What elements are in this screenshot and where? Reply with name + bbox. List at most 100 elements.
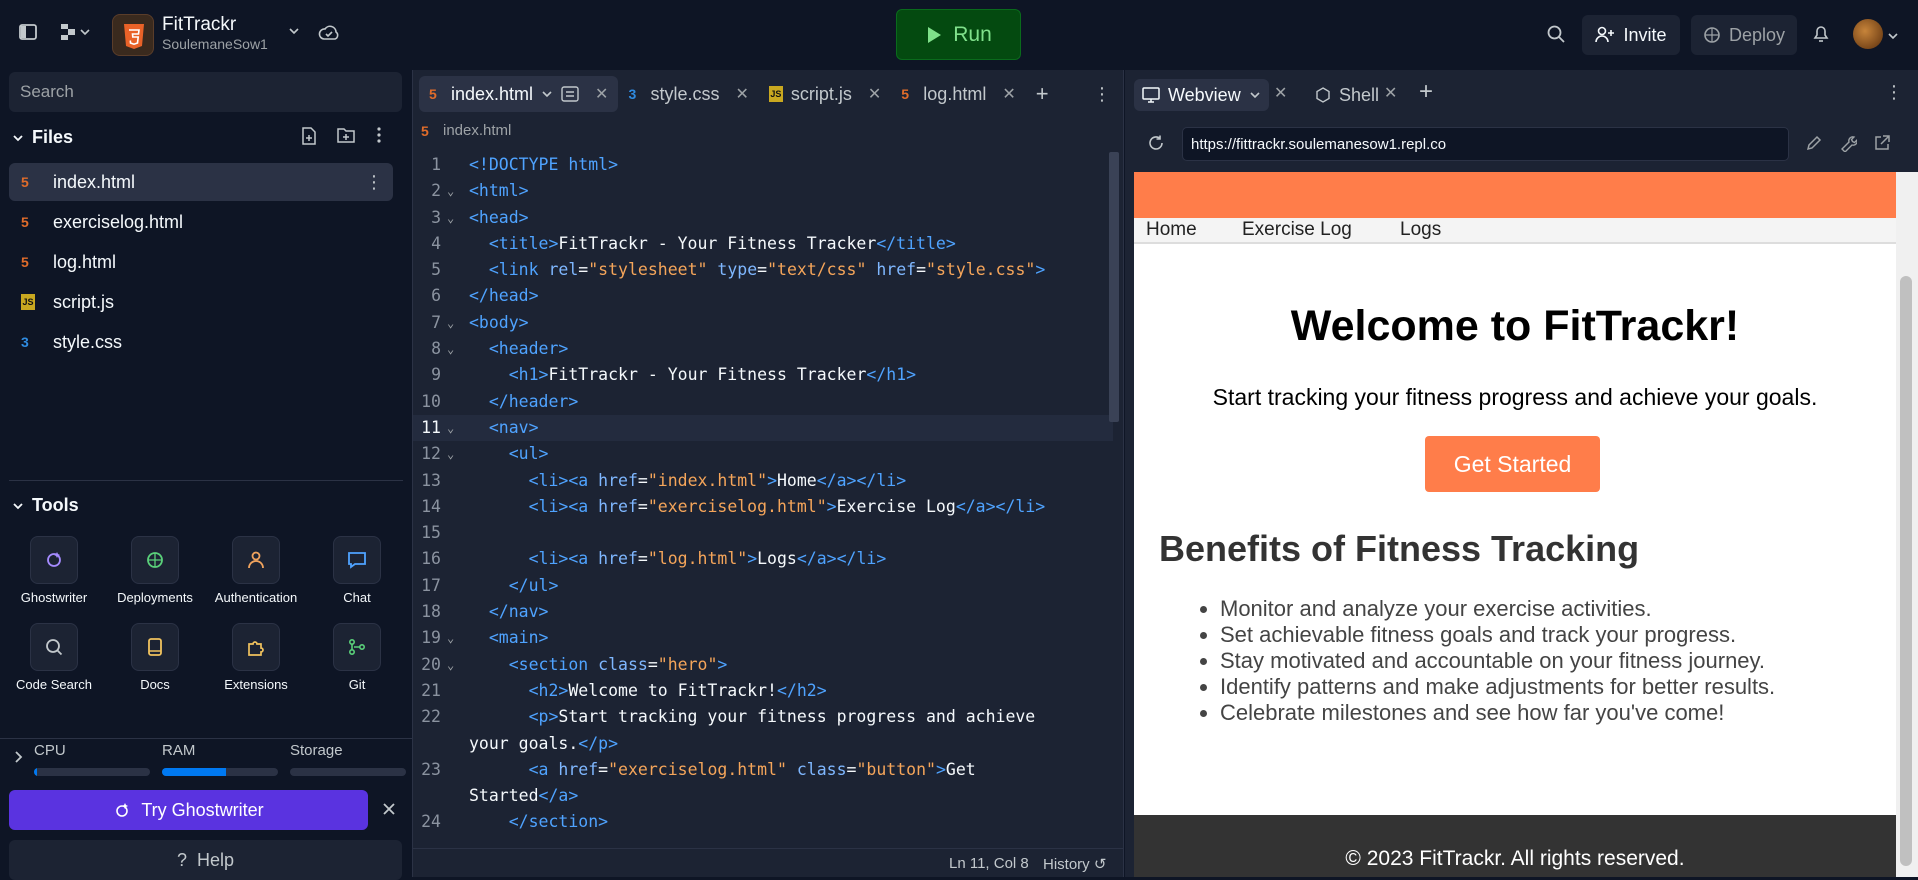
chevron-right-icon[interactable] <box>12 750 24 767</box>
tool-ghostwriter[interactable]: Ghostwriter <box>8 536 100 605</box>
tab-label: script.js <box>790 83 852 104</box>
try-ghostwriter-button[interactable]: Try Ghostwriter <box>9 790 368 830</box>
tool-authentication[interactable]: Authentication <box>210 536 302 605</box>
breadcrumb: 5 index.html <box>421 122 511 139</box>
tab-log-html[interactable]: 5 log.html ✕ <box>891 76 1025 112</box>
nav-link-logs[interactable]: Logs <box>1400 219 1441 241</box>
chevron-down-icon[interactable] <box>1249 89 1261 101</box>
new-folder-icon[interactable] <box>336 126 356 150</box>
tab-shell[interactable]: Shell <box>1307 79 1387 111</box>
new-file-icon[interactable] <box>300 126 318 152</box>
benefits-title: Benefits of Fitness Tracking <box>1159 528 1640 569</box>
tab-style-css[interactable]: 3 style.css ✕ <box>618 76 758 112</box>
css-file-icon: 3 <box>628 86 637 102</box>
chevron-down-icon[interactable] <box>1886 26 1900 49</box>
cpu-bar <box>34 768 150 776</box>
get-started-button[interactable]: Get Started <box>1425 436 1600 492</box>
site-header <box>1134 172 1896 218</box>
list-item: Stay motivated and accountable on your f… <box>1220 648 1775 674</box>
tools-heading: Tools <box>32 495 79 515</box>
search-placeholder: Search <box>20 82 74 101</box>
repl-menu-icon[interactable] <box>60 22 90 48</box>
help-button[interactable]: ? Help <box>9 840 402 880</box>
tool-label: Chat <box>343 590 371 605</box>
tool-code-search[interactable]: Code Search <box>8 623 100 692</box>
close-icon[interactable]: ✕ <box>1002 84 1015 104</box>
editor-scrollbar[interactable] <box>1109 152 1119 422</box>
files-section-header[interactable]: Files <box>12 127 73 148</box>
code-area[interactable]: 1 <!DOCTYPE html> 2 ⌄ <html> 3 ⌄ <head> 4 <ti… <box>413 152 1113 832</box>
file-item-exerciselog-html[interactable]: 5 exerciselog.html <box>9 203 393 241</box>
tab-label: Webview <box>1168 84 1241 105</box>
file-item-style-css[interactable]: 3 style.css <box>9 323 393 361</box>
breadcrumb-file[interactable]: index.html <box>443 122 511 139</box>
nav-link-home[interactable]: Home <box>1146 219 1197 241</box>
close-icon[interactable]: ✕ <box>1274 83 1287 103</box>
hero-title: Welcome to FitTrackr! <box>1290 302 1740 350</box>
webview-scrollbar[interactable] <box>1896 172 1918 877</box>
search-icon[interactable] <box>1546 24 1566 50</box>
add-tab-icon[interactable]: + <box>1036 81 1049 107</box>
list-item: Monitor and analyze your exercise activi… <box>1220 596 1775 622</box>
close-icon[interactable]: ✕ <box>868 84 881 104</box>
tab-index-html[interactable]: 5 index.html ✕ <box>419 76 619 112</box>
preview-icon[interactable] <box>561 86 579 102</box>
add-user-icon <box>1595 26 1615 43</box>
cloud-sync-icon[interactable] <box>318 24 340 48</box>
add-tab-icon[interactable]: + <box>1419 78 1433 106</box>
monitor-icon <box>1142 87 1160 103</box>
app-name[interactable]: FitTrackr <box>162 14 236 36</box>
close-icon[interactable]: ✕ <box>1384 83 1397 103</box>
avatar[interactable] <box>1853 19 1883 49</box>
tool-extensions[interactable]: Extensions <box>210 623 302 692</box>
external-link-icon[interactable] <box>1873 134 1891 158</box>
url-input[interactable]: https://fittrackr.soulemanesow1.repl.co <box>1182 127 1789 161</box>
js-file-icon: JS <box>21 294 35 310</box>
scrollbar-thumb[interactable] <box>1900 276 1912 866</box>
history-button[interactable]: History ↺ <box>1043 855 1106 873</box>
chevron-down-icon <box>13 502 23 509</box>
tool-git[interactable]: Git <box>311 623 403 692</box>
tab-webview[interactable]: Webview <box>1134 79 1269 111</box>
sidebar-toggle-icon[interactable] <box>18 22 38 48</box>
nav-link-exercise-log[interactable]: Exercise Log <box>1242 219 1352 241</box>
more-options-icon[interactable]: ⋮ <box>1093 84 1111 105</box>
tool-label: Git <box>348 677 366 692</box>
storage-label: Storage <box>290 742 343 759</box>
html-file-icon: 5 <box>21 214 29 230</box>
tool-label: Deployments <box>117 590 193 605</box>
file-item-script-js[interactable]: JS script.js <box>9 283 393 321</box>
more-options-icon[interactable]: ⋮ <box>1885 82 1903 103</box>
more-options-icon[interactable] <box>376 126 382 150</box>
chat-icon <box>333 536 381 584</box>
pencil-icon[interactable] <box>1805 134 1823 158</box>
file-item-index-html[interactable]: 5 index.html ⋮ <box>9 163 393 201</box>
tool-docs[interactable]: Docs <box>109 623 201 692</box>
files-heading: Files <box>32 127 74 147</box>
bell-icon[interactable] <box>1812 24 1830 50</box>
html-file-icon: 5 <box>421 122 429 139</box>
editor-status-bar: Ln 11, Col 8 History ↺ <box>413 848 1123 877</box>
tools-section-header[interactable]: Tools <box>12 495 79 516</box>
close-icon[interactable] <box>381 800 397 823</box>
wrench-icon[interactable] <box>1839 134 1858 158</box>
invite-button[interactable]: Invite <box>1582 15 1680 55</box>
close-icon[interactable]: ✕ <box>735 84 748 104</box>
chevron-down-icon[interactable] <box>541 88 553 100</box>
html-logo-icon <box>112 14 154 56</box>
file-name: log.html <box>53 251 117 272</box>
deployments-icon <box>131 536 179 584</box>
deploy-button[interactable]: Deploy <box>1691 15 1797 55</box>
file-item-log-html[interactable]: 5 log.html <box>9 243 393 281</box>
reload-icon[interactable] <box>1147 134 1165 158</box>
tool-chat[interactable]: Chat <box>311 536 403 605</box>
close-icon[interactable]: ✕ <box>595 84 608 104</box>
tool-deployments[interactable]: Deployments <box>109 536 201 605</box>
run-button[interactable]: Run <box>896 9 1021 60</box>
tool-label: Code Search <box>16 677 92 692</box>
search-input[interactable]: Search <box>9 72 402 112</box>
tab-script-js[interactable]: JS script.js ✕ <box>759 76 891 112</box>
more-options-icon[interactable]: ⋮ <box>365 172 383 193</box>
chevron-down-icon[interactable] <box>287 24 301 41</box>
run-label: Run <box>953 22 992 46</box>
